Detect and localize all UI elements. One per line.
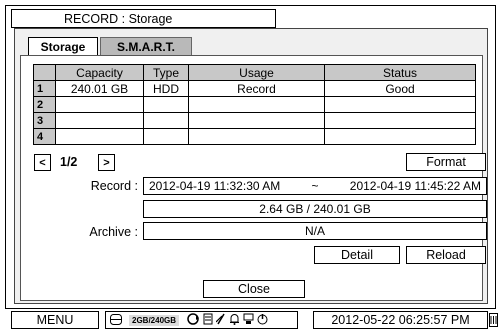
cell-usage bbox=[188, 128, 325, 145]
reload-button-label: Reload bbox=[426, 248, 466, 262]
column-header-capacity: Capacity bbox=[55, 64, 144, 81]
reload-button[interactable]: Reload bbox=[406, 246, 486, 264]
storage-table: Capacity Type Usage Status 1 240.01 GB H… bbox=[33, 64, 476, 145]
datetime-text: 2012-05-22 06:25:57 PM bbox=[331, 313, 470, 327]
archive-label: Archive : bbox=[89, 225, 138, 239]
cell-usage bbox=[188, 96, 325, 113]
table-header-row: Capacity Type Usage Status bbox=[33, 64, 476, 81]
format-button[interactable]: Format bbox=[406, 153, 486, 171]
status-indicators: 2GB/240GB bbox=[105, 311, 298, 329]
cell-status bbox=[324, 128, 476, 145]
record-range-field: 2012-04-19 11:32:30 AM ~ 2012-04-19 11:4… bbox=[143, 177, 487, 195]
tab-smart[interactable]: S.M.A.R.T. bbox=[100, 37, 192, 55]
close-button-label: Close bbox=[238, 282, 270, 296]
record-icon bbox=[203, 313, 213, 327]
prev-page-icon: < bbox=[39, 156, 46, 169]
format-button-label: Format bbox=[426, 155, 466, 169]
cell-status bbox=[324, 96, 476, 113]
hdd-usage-text: 2GB/240GB bbox=[129, 314, 180, 326]
record-usage-value: 2.64 GB / 240.01 GB bbox=[259, 202, 371, 216]
cell-status: Good bbox=[324, 80, 476, 97]
record-label: Record : bbox=[90, 179, 138, 193]
cell-type bbox=[143, 96, 189, 113]
index-header bbox=[33, 64, 56, 81]
row-index: 3 bbox=[33, 112, 56, 129]
record-end-time: 2012-04-19 11:45:22 AM bbox=[349, 179, 481, 193]
table-row[interactable]: 1 240.01 GB HDD Record Good bbox=[33, 80, 476, 97]
record-range-separator: ~ bbox=[311, 179, 319, 193]
network-icon bbox=[186, 313, 200, 327]
cell-capacity bbox=[55, 128, 144, 145]
cell-capacity bbox=[55, 96, 144, 113]
cell-usage bbox=[188, 112, 325, 129]
cell-status bbox=[324, 112, 476, 129]
archive-field: N/A bbox=[143, 222, 487, 240]
cell-capacity: 240.01 GB bbox=[55, 80, 144, 97]
hdd-icon bbox=[110, 313, 122, 327]
record-usage-field: 2.64 GB / 240.01 GB bbox=[143, 200, 487, 218]
window-title-box: RECORD : Storage bbox=[11, 9, 276, 28]
cell-usage: Record bbox=[188, 80, 325, 97]
row-index: 4 bbox=[33, 128, 56, 145]
cell-type: HDD bbox=[143, 80, 189, 97]
detail-button[interactable]: Detail bbox=[314, 246, 400, 264]
table-row[interactable]: 3 bbox=[33, 112, 476, 129]
tab-storage[interactable]: Storage bbox=[28, 37, 98, 55]
menu-button[interactable]: MENU bbox=[11, 311, 99, 329]
column-header-status: Status bbox=[324, 64, 476, 81]
cell-capacity bbox=[55, 112, 144, 129]
cell-type bbox=[143, 112, 189, 129]
alarm-icon bbox=[229, 313, 240, 327]
table-row[interactable]: 2 bbox=[33, 96, 476, 113]
window-title: RECORD : Storage bbox=[64, 12, 173, 26]
datetime-display: 2012-05-22 06:25:57 PM bbox=[313, 311, 488, 329]
tab-smart-label: S.M.A.R.T. bbox=[116, 39, 175, 54]
page-indicator: 1/2 bbox=[60, 155, 78, 169]
sd-card-icon bbox=[489, 313, 498, 330]
record-start-time: 2012-04-19 11:32:30 AM bbox=[149, 179, 281, 193]
row-index: 1 bbox=[33, 80, 56, 97]
menu-button-label: MENU bbox=[36, 313, 74, 327]
close-button[interactable]: Close bbox=[203, 280, 305, 298]
detail-button-label: Detail bbox=[341, 248, 373, 262]
backup-icon bbox=[243, 313, 254, 327]
mute-icon bbox=[215, 313, 226, 327]
next-page-icon: > bbox=[103, 156, 110, 169]
prev-page-button[interactable]: < bbox=[34, 154, 51, 171]
table-row[interactable]: 4 bbox=[33, 128, 476, 145]
row-index: 2 bbox=[33, 96, 56, 113]
next-page-button[interactable]: > bbox=[98, 154, 115, 171]
tab-storage-label: Storage bbox=[40, 39, 86, 54]
power-icon bbox=[257, 313, 268, 327]
column-header-usage: Usage bbox=[188, 64, 325, 81]
column-header-type: Type bbox=[143, 64, 189, 81]
archive-value: N/A bbox=[304, 224, 325, 238]
cell-type bbox=[143, 128, 189, 145]
